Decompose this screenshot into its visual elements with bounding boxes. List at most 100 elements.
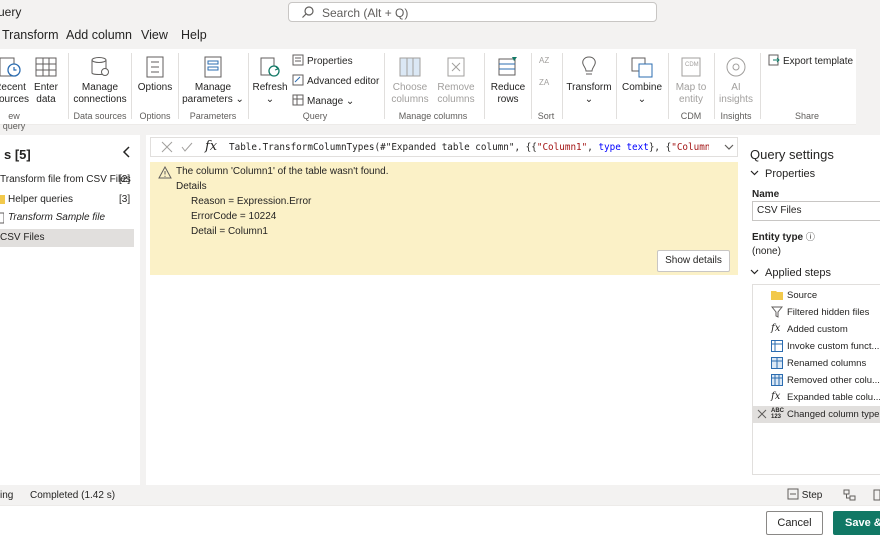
choose-columns-button[interactable]: Choose columns xyxy=(388,53,432,106)
table-icon xyxy=(0,212,4,224)
query-transform-sample-file[interactable]: Transform Sample file xyxy=(0,209,134,227)
group-label-insights: Insights xyxy=(720,111,752,121)
step-expanded-table-column[interactable]: fx Expanded table colu... xyxy=(753,389,880,406)
properties-icon xyxy=(292,54,304,66)
query-count: [3] xyxy=(119,194,131,205)
main-editor: fx Table.TransformColumnTypes(#"Expanded… xyxy=(146,135,744,485)
status-bar: ing Completed (1.42 s) Step xyxy=(0,487,880,504)
fx-icon: fx xyxy=(771,391,781,402)
manage-button[interactable]: Manage ⌄ xyxy=(292,94,354,110)
group-label-sort: Sort xyxy=(537,111,555,121)
sort-ascending-icon: AZ xyxy=(539,56,549,65)
query-csv-files[interactable]: CSV Files xyxy=(0,229,134,247)
reduce-rows-icon xyxy=(498,57,517,76)
group-label-query: Query xyxy=(302,111,328,121)
ribbon-separator xyxy=(484,53,485,119)
tab-transform[interactable]: Transform xyxy=(2,28,59,42)
chevron-down-icon xyxy=(750,170,759,176)
formula-text[interactable]: Table.TransformColumnTypes(#"Expanded ta… xyxy=(229,142,709,153)
step-invoke-custom-function[interactable]: Invoke custom funct... xyxy=(753,338,880,355)
step-view-button[interactable]: Step xyxy=(787,488,822,503)
sort-descending-button[interactable]: ZA xyxy=(539,76,554,92)
ribbon-separator xyxy=(714,53,715,119)
ai-insights-button[interactable]: AI insights xyxy=(716,53,756,106)
manage-connections-button[interactable]: Manage connections xyxy=(72,53,128,106)
folder-icon xyxy=(0,195,5,204)
step-removed-other-columns[interactable]: Removed other colu... xyxy=(753,372,880,389)
fx-icon: fx xyxy=(771,323,781,334)
applied-steps-section-toggle[interactable]: Applied steps xyxy=(750,267,831,279)
ribbon-separator xyxy=(178,53,179,119)
manage-parameters-button[interactable]: Manage parameters ⌄ xyxy=(182,53,244,106)
cancel-button[interactable]: Cancel xyxy=(766,511,823,535)
properties-section-toggle[interactable]: Properties xyxy=(750,168,815,180)
ribbon-separator xyxy=(68,53,69,119)
export-template-icon xyxy=(768,54,780,66)
combine-button[interactable]: Combine ⌄ xyxy=(620,53,664,106)
group-label-parameters: Parameters xyxy=(189,111,237,121)
save-and-close-button[interactable]: Save & c xyxy=(833,511,880,535)
search-box[interactable]: Search (Alt + Q) xyxy=(288,2,657,22)
sort-ascending-button[interactable]: AZ xyxy=(539,54,554,70)
query-name-field[interactable]: CSV Files xyxy=(752,201,880,221)
commit-formula-icon[interactable] xyxy=(181,141,193,153)
cancel-formula-icon[interactable] xyxy=(161,141,173,153)
folder-icon xyxy=(771,291,783,300)
table-icon xyxy=(771,357,783,369)
chevron-left-icon[interactable] xyxy=(120,145,134,159)
recent-sources-button[interactable]: Recent sources xyxy=(0,53,29,106)
tab-add-column[interactable]: Add column xyxy=(66,28,132,42)
name-label: Name xyxy=(752,189,780,200)
show-details-button[interactable]: Show details xyxy=(657,250,730,272)
tab-view[interactable]: View xyxy=(141,28,168,42)
options-button[interactable]: Options xyxy=(136,53,174,94)
error-banner: The column 'Column1' of the table wasn't… xyxy=(150,162,738,275)
group-label-options: Options xyxy=(139,111,171,121)
diagram-view-icon[interactable] xyxy=(843,489,856,501)
ai-insights-icon xyxy=(726,57,746,77)
formula-bar[interactable]: fx Table.TransformColumnTypes(#"Expanded… xyxy=(150,137,738,157)
properties-button[interactable]: Properties xyxy=(292,54,353,70)
transform-button[interactable]: Transform ⌄ xyxy=(566,53,612,106)
info-icon: ⓘ xyxy=(805,232,815,242)
ribbon-separator xyxy=(616,53,617,119)
reduce-rows-button[interactable]: Reduce rows xyxy=(488,53,528,106)
refresh-button[interactable]: Refresh ⌄ xyxy=(252,53,288,106)
step-icon xyxy=(787,488,799,500)
advanced-editor-button[interactable]: Advanced editor xyxy=(292,74,379,90)
error-reason: Reason = Expression.Error xyxy=(191,196,312,207)
enter-data-button[interactable]: Enter data xyxy=(32,53,60,106)
step-renamed-columns[interactable]: Renamed columns xyxy=(753,355,880,372)
queries-pane: s [5] Transform file from CSV Files [2] … xyxy=(0,135,140,485)
parameters-icon xyxy=(204,56,222,78)
svg-text:AZ: AZ xyxy=(539,56,549,65)
ribbon-tabs: Transform Add column View Help xyxy=(0,24,880,48)
table-icon xyxy=(35,57,57,77)
group-label-new-query: ew query xyxy=(2,111,26,131)
schema-view-icon[interactable] xyxy=(873,489,880,501)
map-to-entity-button[interactable]: CDM Map to entity xyxy=(672,53,710,106)
step-added-custom[interactable]: fx Added custom xyxy=(753,321,880,338)
ribbon-overflow xyxy=(856,49,880,125)
refresh-icon xyxy=(260,57,280,77)
delete-step-icon[interactable] xyxy=(757,409,767,419)
export-template-button[interactable]: Export template xyxy=(768,54,853,70)
svg-text:ZA: ZA xyxy=(539,78,550,87)
queries-title: s [5] xyxy=(4,147,31,162)
app-title: uery xyxy=(0,5,22,19)
combine-icon xyxy=(631,57,653,78)
tab-help[interactable]: Help xyxy=(181,28,207,42)
chevron-down-icon[interactable] xyxy=(724,143,734,151)
table-fx-icon xyxy=(771,340,783,352)
query-group-helper-queries[interactable]: Helper queries [3] xyxy=(0,191,134,209)
step-changed-column-type[interactable]: ABC 123 Changed column type xyxy=(753,406,880,423)
svg-text:CDM: CDM xyxy=(685,62,699,68)
fx-icon: fx xyxy=(205,139,218,154)
query-settings-pane: Query settings Properties Name CSV Files… xyxy=(744,135,880,485)
options-list-icon xyxy=(146,56,164,78)
ribbon: Recent sources Enter data ew query Manag… xyxy=(0,49,856,131)
step-source[interactable]: Source xyxy=(753,287,880,304)
query-group-transform-file[interactable]: Transform file from CSV Files [2] xyxy=(0,171,134,189)
remove-columns-button[interactable]: Remove columns xyxy=(434,53,478,106)
step-filtered-hidden-files[interactable]: Filtered hidden files xyxy=(753,304,880,321)
